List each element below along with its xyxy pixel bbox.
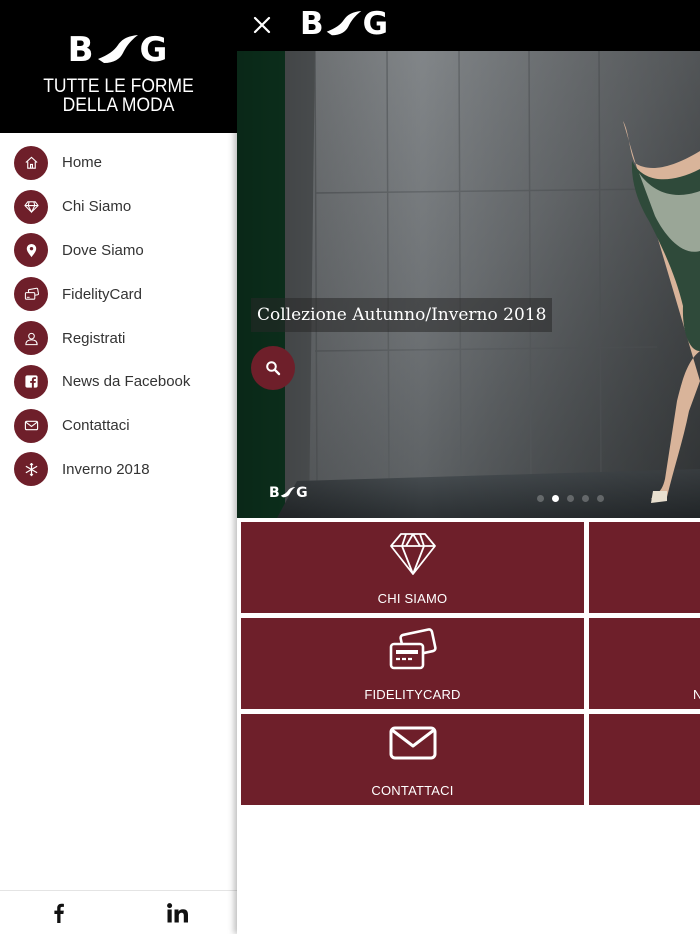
brand-tagline-line-2: DELLA MODA: [62, 95, 175, 116]
diamond-icon: [389, 533, 436, 575]
main-content: BG Collezione Autunno/Inverno 2018 B G C…: [237, 0, 700, 934]
hero-watermark-logo: BG: [269, 485, 309, 501]
diamond-icon: [14, 189, 48, 224]
bird-logo-icon: [280, 487, 296, 498]
sidebar-item-chi-siamo[interactable]: Chi Siamo: [0, 185, 237, 229]
search-button[interactable]: [251, 346, 295, 390]
sidebar-item-label: Registrati: [62, 329, 126, 347]
slider-dot[interactable]: [597, 495, 604, 502]
sidebar-item-label: Chi Siamo: [62, 198, 132, 216]
sidebar: BG TUTTE LE FORME DELLA MODA Home Chi Si…: [0, 0, 237, 934]
sidebar-menu: Home Chi Siamo Dove Siamo FidelityCard R…: [0, 141, 237, 491]
tile-partial-news[interactable]: N: [589, 618, 700, 709]
tile-label: CONTATTACI: [371, 783, 454, 798]
sidebar-item-dove-siamo[interactable]: Dove Siamo: [0, 229, 237, 273]
tile-label: FIDELITYCARD: [364, 687, 461, 702]
sidebar-brand: BG TUTTE LE FORME DELLA MODA: [0, 0, 237, 133]
sidebar-item-fidelitycard[interactable]: FidelityCard: [0, 272, 237, 316]
brand-logo: BG: [67, 30, 170, 70]
header-logo[interactable]: BG: [300, 6, 389, 42]
envelope-icon: [389, 726, 436, 760]
facebook-link[interactable]: [0, 891, 119, 934]
slider-dot[interactable]: [582, 495, 589, 502]
close-icon[interactable]: [249, 12, 275, 38]
tile-fidelitycard[interactable]: FIDELITYCARD: [241, 618, 584, 709]
slider-dot[interactable]: [537, 495, 544, 502]
hero-slider[interactable]: Collezione Autunno/Inverno 2018 BG: [237, 51, 700, 518]
sidebar-item-label: News da Facebook: [62, 373, 191, 391]
sidebar-item-label: FidelityCard: [62, 285, 143, 303]
linkedin-link[interactable]: [119, 891, 238, 934]
envelope-icon: [14, 408, 48, 443]
snowflake-icon: [14, 452, 48, 487]
facebook-icon: [14, 364, 48, 399]
sidebar-item-label: Dove Siamo: [62, 241, 144, 259]
social-bar: [0, 890, 237, 934]
hero-caption: Collezione Autunno/Inverno 2018: [251, 298, 553, 332]
sidebar-item-label: Contattaci: [62, 417, 130, 435]
sidebar-item-inverno-2018[interactable]: Inverno 2018: [0, 448, 237, 492]
sidebar-item-label: Home: [62, 154, 103, 172]
hero-image: [237, 51, 700, 518]
sidebar-item-label: Inverno 2018: [62, 460, 150, 478]
location-pin-icon: [14, 233, 48, 268]
slider-dot[interactable]: [567, 495, 574, 502]
sidebar-item-contattaci[interactable]: Contattaci: [0, 404, 237, 448]
tile-label: CHI SIAMO: [377, 591, 448, 606]
sidebar-item-news-facebook[interactable]: News da Facebook: [0, 360, 237, 404]
home-icon: [14, 145, 48, 180]
sidebar-item-registrati[interactable]: Registrati: [0, 316, 237, 360]
tile-contattaci[interactable]: CONTATTACI: [241, 714, 584, 805]
user-icon: [14, 321, 48, 356]
bird-logo-icon: [97, 35, 138, 63]
tile-chi-siamo[interactable]: CHI SIAMO: [241, 522, 584, 613]
header-bar: BG: [237, 0, 700, 51]
cards-icon: [14, 277, 48, 312]
cards-icon: [389, 628, 437, 670]
search-icon: [266, 361, 281, 376]
tile-label: N: [693, 687, 700, 702]
sidebar-item-home[interactable]: Home: [0, 141, 237, 185]
slider-dots: [537, 495, 604, 502]
linkedin-icon: [166, 902, 188, 922]
tile-partial[interactable]: [589, 522, 700, 613]
slider-dot-active[interactable]: [552, 495, 559, 502]
tile-partial[interactable]: [589, 714, 700, 805]
bird-logo-icon: [326, 11, 361, 36]
facebook-icon: [54, 903, 65, 923]
